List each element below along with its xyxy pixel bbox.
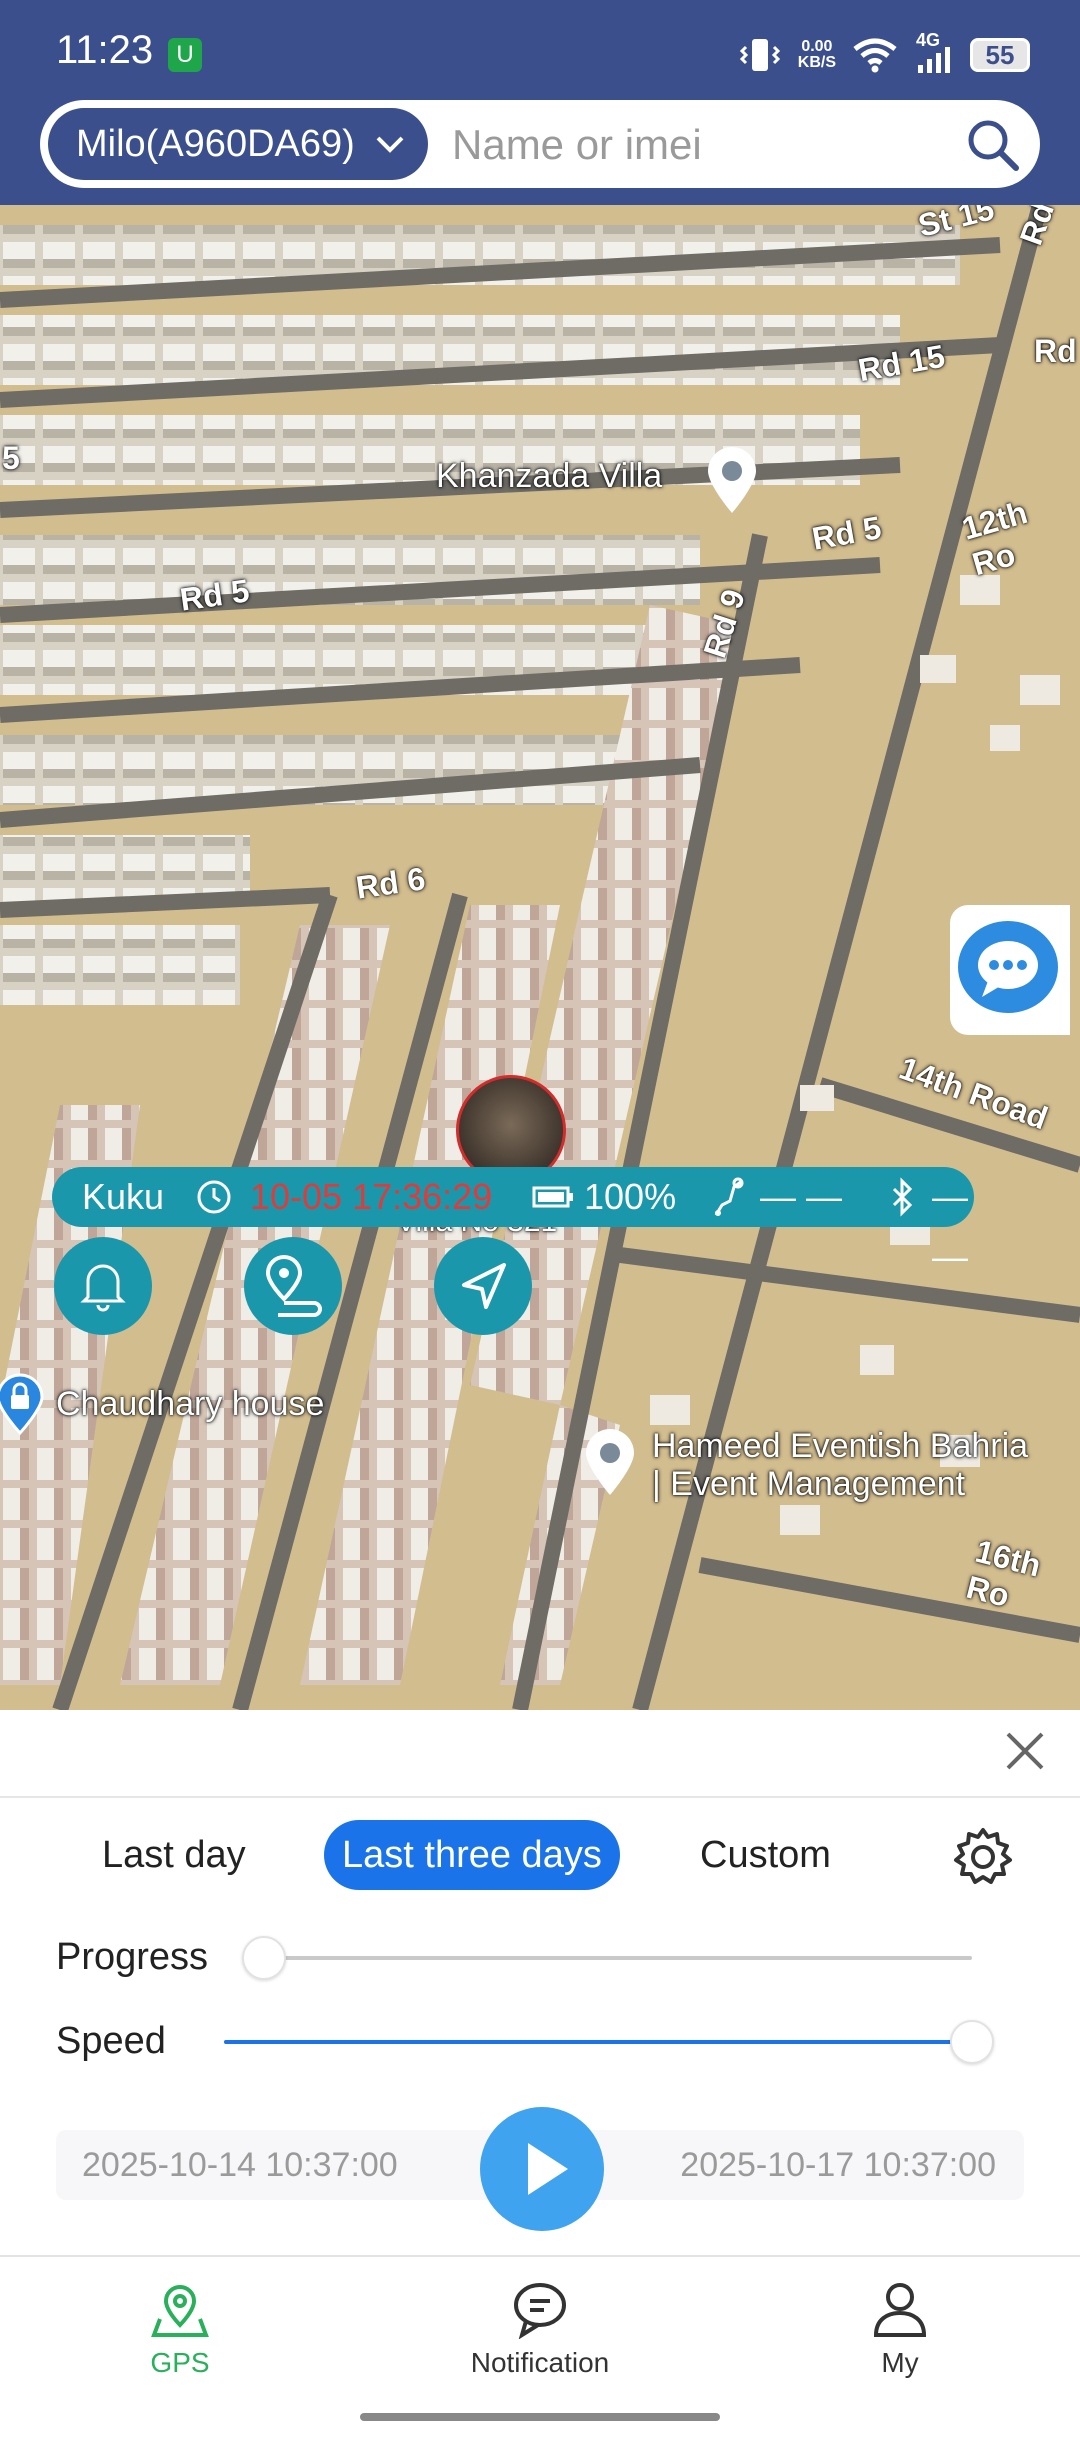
- progress-slider-thumb[interactable]: [242, 1936, 286, 1980]
- cell-signal: 4G: [914, 31, 954, 75]
- tab-last-day[interactable]: Last day: [102, 1820, 246, 1890]
- bluetooth-icon: [892, 1177, 913, 1217]
- gear-icon[interactable]: [950, 1824, 1016, 1890]
- message-icon: [514, 2283, 566, 2339]
- location-pin-icon[interactable]: [580, 1427, 640, 1499]
- playback-panel: Last day Last three days Custom Progress…: [0, 1710, 1080, 2255]
- alarm-button[interactable]: [54, 1237, 152, 1335]
- step-value: — —: [760, 1176, 843, 1217]
- nav-notification[interactable]: Notification: [440, 2279, 640, 2379]
- tracker-name: Kuku: [82, 1176, 165, 1217]
- play-icon: [528, 2143, 568, 2195]
- progress-label: Progress: [56, 1936, 209, 1978]
- map-pin-icon: [151, 2285, 209, 2337]
- battery-level-icon: [532, 1186, 573, 1208]
- status-time: 11:23: [56, 28, 154, 72]
- search-input[interactable]: [450, 114, 954, 176]
- bell-icon: [80, 1264, 126, 1312]
- signal-icon: [918, 47, 950, 73]
- device-selector[interactable]: Milo(A960DA69): [48, 108, 428, 180]
- chevron-down-icon: [376, 136, 404, 153]
- chat-bubble-icon: [958, 921, 1058, 1013]
- speed-slider-fill: [224, 2040, 972, 2044]
- navigation-arrow-icon: [462, 1263, 506, 1309]
- play-button[interactable]: [480, 2107, 604, 2231]
- nav-notification-label: Notification: [470, 2347, 610, 2378]
- net-speed-unit: KB/S: [797, 54, 836, 71]
- speed-label: Speed: [56, 2020, 166, 2062]
- battery-icon: 55: [970, 38, 1030, 72]
- tab-custom[interactable]: Custom: [700, 1820, 831, 1890]
- nav-my-label: My: [881, 2347, 919, 2378]
- last-update-time: 10-05 17:36:29: [250, 1176, 493, 1217]
- progress-slider-track[interactable]: [264, 1956, 972, 1960]
- wifi-icon: [853, 38, 897, 73]
- bluetooth-value: — —: [932, 1176, 968, 1277]
- end-time: 2025-10-17 10:37:00: [680, 2146, 996, 2184]
- route-history-button[interactable]: [244, 1237, 342, 1335]
- start-time: 2025-10-14 10:37:00: [82, 2146, 398, 2184]
- poi-hameed-eventish[interactable]: Hameed Eventish Bahria: [652, 1427, 1028, 1466]
- app-notification-icon: U: [168, 38, 202, 72]
- tracker-info-bar[interactable]: Kuku 10-05 17:36:29 100% — — — —: [52, 1167, 974, 1277]
- net-speed: 0.00 KB/S: [798, 39, 836, 71]
- nav-my[interactable]: My: [800, 2279, 1000, 2379]
- road-label: Rd: [1034, 333, 1077, 369]
- nav-gps[interactable]: GPS: [80, 2279, 280, 2379]
- clock-icon: [197, 1180, 231, 1214]
- map-view[interactable]: St 15 Rd Rd 15 Rd 5 Rd 5 12th Ro Rd 5 Rd…: [0, 205, 1080, 1710]
- step-tracker-icon: [714, 1177, 744, 1216]
- poi-chaudhary-house[interactable]: Chaudhary house: [56, 1385, 324, 1424]
- bottom-nav: GPS Notification My: [0, 2255, 1080, 2438]
- tab-last-three-days[interactable]: Last three days: [324, 1820, 620, 1890]
- top-bar: 11:23 U 0.00 KB/S 4G 55 Milo(A960DA69) N…: [0, 0, 1080, 205]
- nav-gps-label: GPS: [150, 2347, 210, 2378]
- poi-hameed-eventish-line2[interactable]: | Event Management: [652, 1465, 965, 1504]
- route-pin-icon: [265, 1255, 322, 1317]
- panel-divider: [0, 1796, 1080, 1798]
- status-bar: 11:23 U 0.00 KB/S 4G 55: [0, 0, 1080, 100]
- navigate-button[interactable]: [434, 1237, 532, 1335]
- search-bar: Milo(A960DA69): [40, 100, 1040, 188]
- device-selector-label: Milo(A960DA69): [76, 123, 355, 165]
- lock-pin-icon[interactable]: [0, 1373, 46, 1437]
- search-icon[interactable]: [964, 116, 1020, 172]
- close-icon[interactable]: [1000, 1726, 1050, 1776]
- location-pin-icon[interactable]: [702, 445, 762, 517]
- poi-khanzada-villa[interactable]: Khanzada Villa: [436, 457, 662, 496]
- speed-slider-thumb[interactable]: [950, 2020, 994, 2064]
- status-icons: 0.00 KB/S 4G 55: [738, 30, 1030, 80]
- tracker-battery: 100%: [584, 1176, 677, 1217]
- chat-button[interactable]: [950, 905, 1070, 1035]
- vibrate-icon: [739, 39, 780, 71]
- net-speed-value: 0.00: [801, 38, 833, 55]
- user-icon: [873, 2283, 927, 2337]
- home-indicator[interactable]: [360, 2413, 720, 2421]
- road-label: 5: [2, 440, 20, 476]
